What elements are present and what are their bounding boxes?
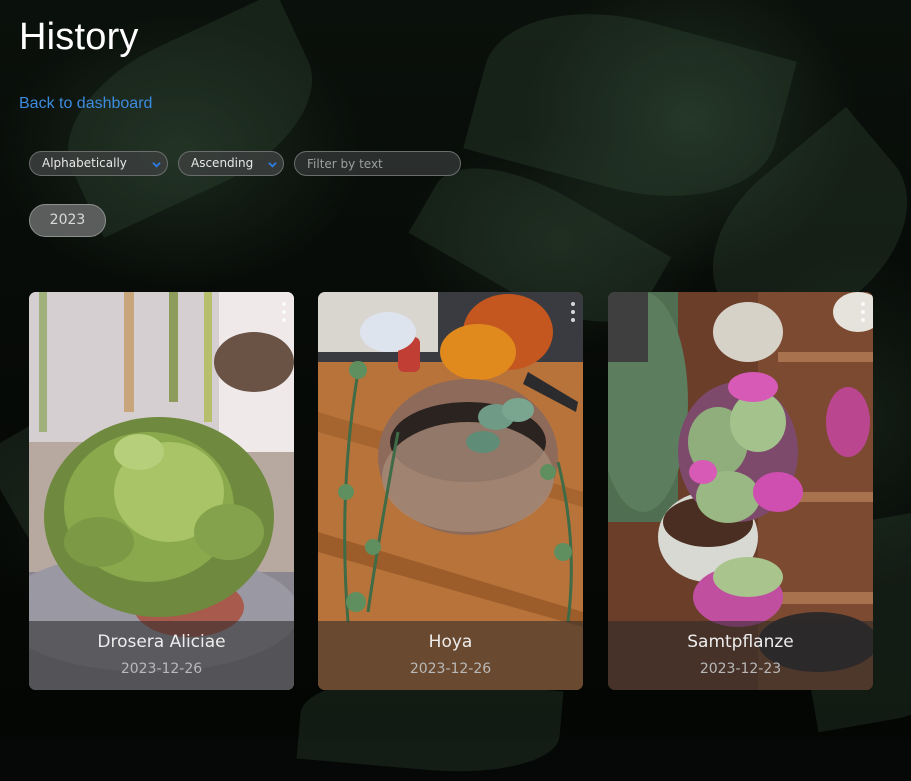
- plant-date: 2023-12-26: [120, 661, 203, 677]
- card-caption: Samtpflanze 2023-12-23: [608, 621, 873, 690]
- card-menu-icon[interactable]: [859, 302, 867, 322]
- sort-by-select[interactable]: Alphabetically: [29, 151, 168, 176]
- plant-date: 2023-12-23: [699, 661, 782, 677]
- plant-name: Samtpflanze: [687, 632, 794, 652]
- card-menu-icon[interactable]: [280, 302, 288, 322]
- card-caption: Hoya 2023-12-26: [318, 621, 583, 690]
- sort-order-select[interactable]: Ascending: [178, 151, 284, 176]
- back-to-dashboard-link[interactable]: Back to dashboard: [19, 95, 152, 113]
- filter-text-input[interactable]: [294, 151, 461, 176]
- plant-name: Drosera Aliciae: [97, 632, 226, 652]
- year-filter-chip[interactable]: 2023: [29, 204, 106, 237]
- sort-order-value: Ascending: [191, 156, 254, 170]
- plant-name: Hoya: [428, 632, 473, 652]
- plant-card[interactable]: Samtpflanze 2023-12-23: [608, 292, 873, 690]
- chevron-down-icon: [152, 162, 161, 168]
- card-menu-icon[interactable]: [569, 302, 577, 322]
- sort-by-value: Alphabetically: [42, 156, 127, 170]
- page-title: History: [19, 16, 139, 58]
- plant-card[interactable]: Drosera Aliciae 2023-12-26: [29, 292, 294, 690]
- plant-date: 2023-12-26: [409, 661, 492, 677]
- plant-card[interactable]: Hoya 2023-12-26: [318, 292, 583, 690]
- card-caption: Drosera Aliciae 2023-12-26: [29, 621, 294, 690]
- chevron-down-icon: [268, 162, 277, 168]
